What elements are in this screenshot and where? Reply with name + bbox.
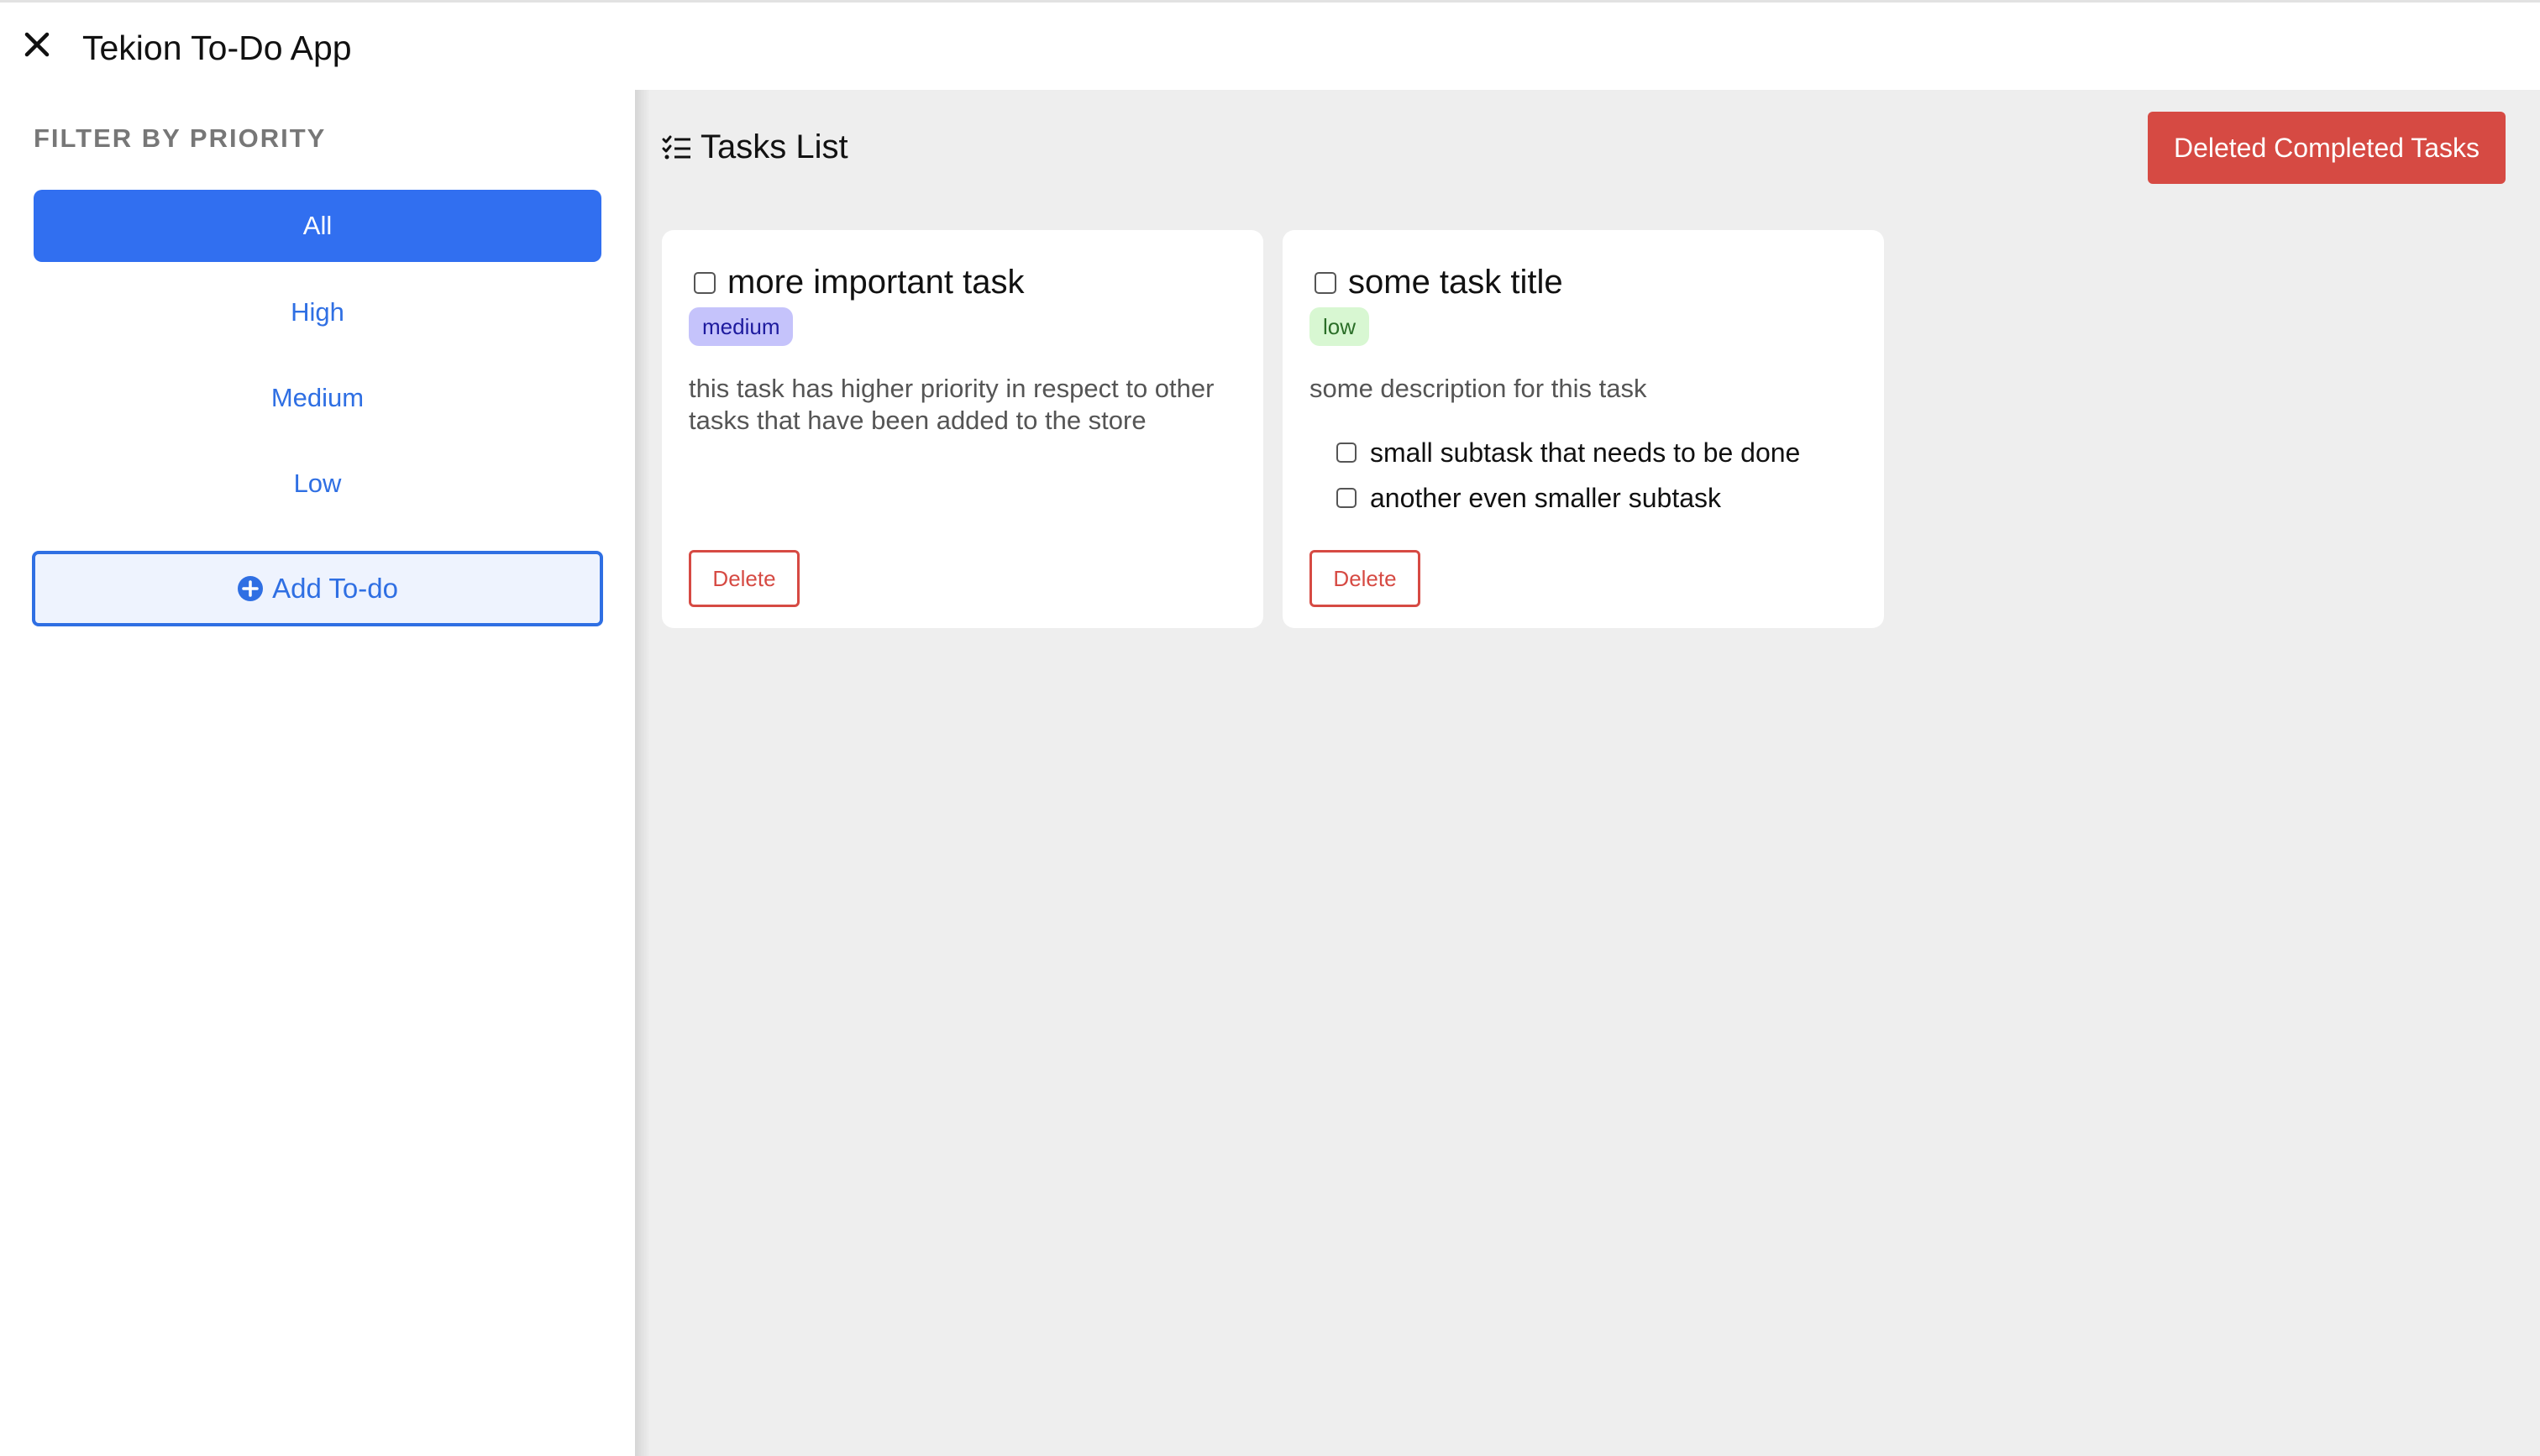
task-title: some task title [1348,264,1563,301]
task-title-row: some task title [1315,264,1563,301]
subtask-label: small subtask that needs to be done [1370,437,1801,468]
add-todo-button[interactable]: Add To-do [32,551,603,626]
subtask-item: small subtask that needs to be done [1336,430,1800,475]
app-title: Tekion To-Do App [82,29,352,67]
priority-badge: low [1309,307,1370,346]
task-card: more important task medium this task has… [662,230,1263,628]
delete-task-button[interactable]: Delete [689,550,800,607]
sidebar: FILTER BY PRIORITY All High Medium Low A… [0,90,635,1456]
delete-task-button[interactable]: Delete [1309,550,1420,607]
checklist-icon [662,135,692,160]
task-complete-checkbox[interactable] [1315,271,1336,294]
tasks-list-title: Tasks List [701,128,848,165]
subtask-list: small subtask that needs to be done anot… [1336,430,1800,521]
app-header: Tekion To-Do App [0,3,2540,90]
task-title: more important task [727,264,1025,301]
task-complete-checkbox[interactable] [694,271,716,294]
subtask-checkbox[interactable] [1336,488,1357,508]
close-icon[interactable] [20,28,54,61]
tasks-list-heading: Tasks List [662,128,848,166]
sidebar-shadow [635,90,650,1456]
app-window: Tekion To-Do App FILTER BY PRIORITY All … [0,0,2540,1456]
filter-medium-button[interactable]: Medium [34,362,601,434]
subtask-checkbox[interactable] [1336,443,1357,463]
filter-heading: FILTER BY PRIORITY [34,123,327,153]
filter-high-button[interactable]: High [34,276,601,348]
task-title-row: more important task [694,264,1024,301]
delete-completed-tasks-button[interactable]: Deleted Completed Tasks [2148,112,2506,184]
filter-low-button[interactable]: Low [34,448,601,520]
main-content: Tasks List Deleted Completed Tasks more … [635,90,2540,1456]
filter-all-button[interactable]: All [34,190,601,262]
add-todo-label: Add To-do [272,573,398,604]
plus-circle-icon [237,575,264,602]
task-description: some description for this task [1309,374,1647,403]
task-card: some task title low some description for… [1283,230,1884,628]
subtask-label: another even smaller subtask [1370,482,1721,513]
priority-badge: medium [689,307,794,346]
subtask-item: another even smaller subtask [1336,475,1800,521]
task-description: this task has higher priority in respect… [689,374,1215,435]
